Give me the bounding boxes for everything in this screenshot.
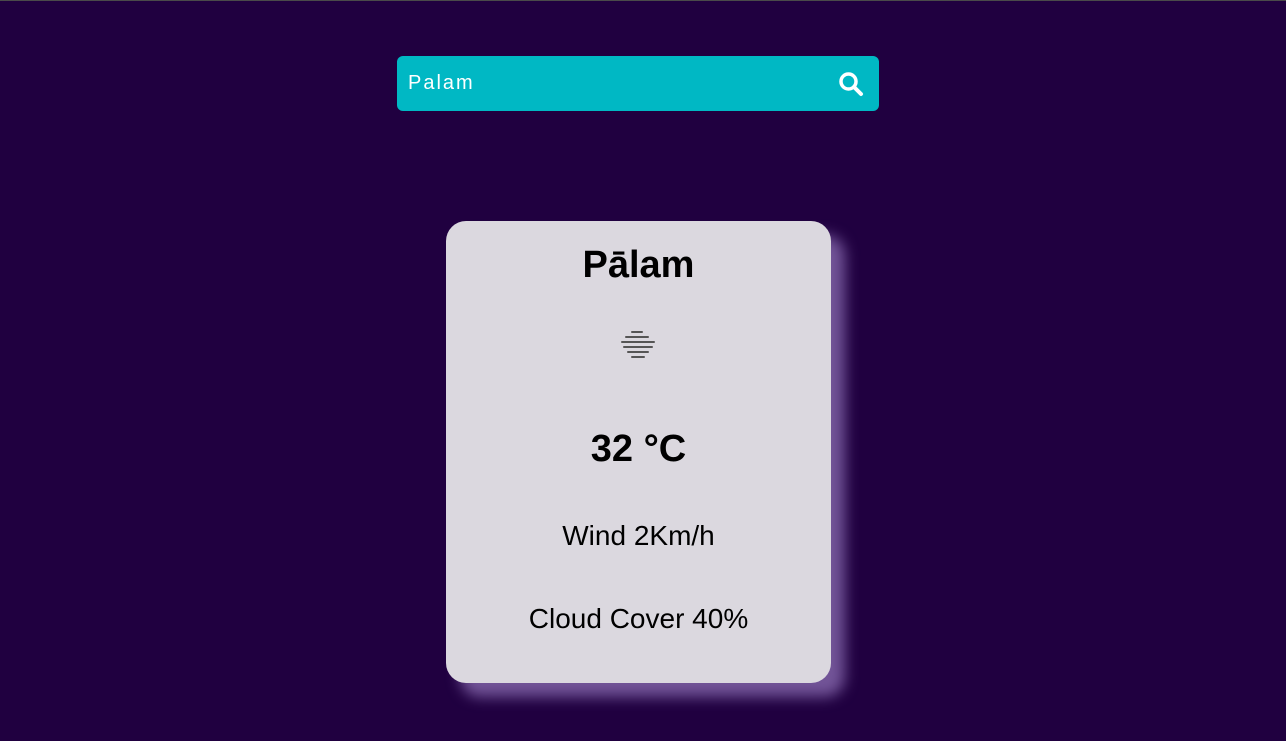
search-button[interactable] — [837, 70, 865, 98]
weather-card: Pālam 32 °C Wind 2Km/h Cloud Cover 40% — [446, 221, 831, 683]
mist-icon — [621, 331, 655, 358]
temperature: 32 °C — [590, 428, 687, 470]
city-name: Pālam — [582, 244, 695, 286]
search-input[interactable] — [397, 56, 817, 111]
search-icon — [839, 72, 863, 96]
search-bar — [397, 56, 879, 111]
cloud-cover: Cloud Cover 40% — [528, 603, 749, 634]
top-border — [0, 0, 1286, 1]
wind-speed: Wind 2Km/h — [562, 520, 715, 551]
